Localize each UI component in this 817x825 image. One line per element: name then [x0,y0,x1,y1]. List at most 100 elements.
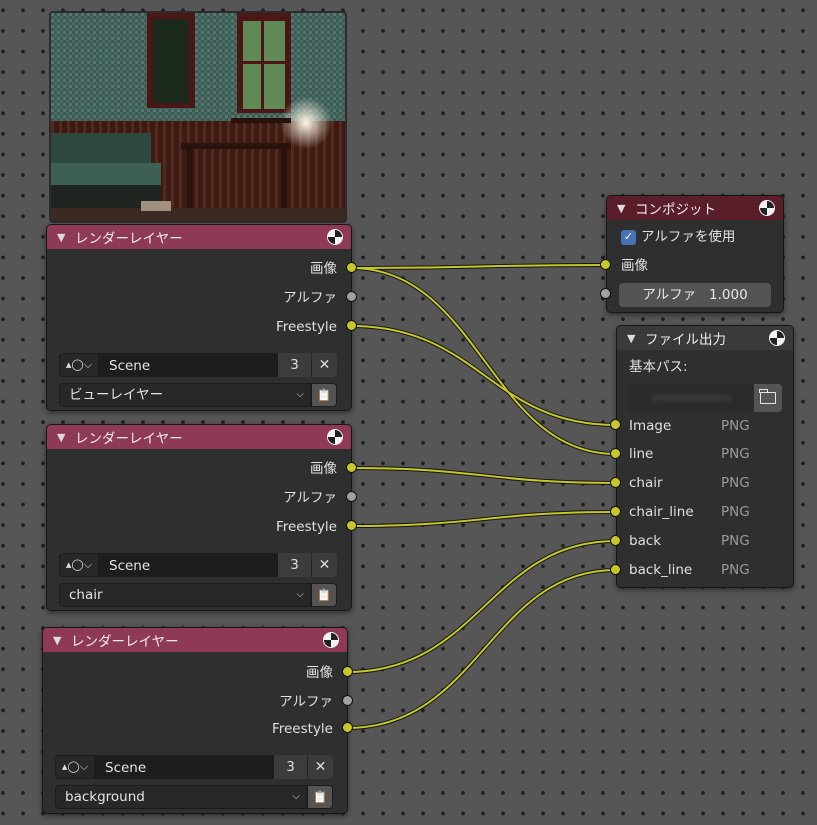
scene-selector[interactable]: ▴◯⌵ Scene 3 ✕ [55,755,333,779]
scene-users-count[interactable]: 3 [277,353,311,377]
chevron-down-icon[interactable]: ▼ [617,202,635,215]
socket-output-image[interactable] [610,419,621,430]
use-alpha-checkbox[interactable]: ✓ アルファを使用 [621,226,735,248]
render-result-icon [769,330,785,346]
output-freestyle-label: Freestyle [275,519,337,535]
use-alpha-label: アルファを使用 [641,229,736,245]
chevron-down-icon[interactable]: ▼ [57,431,75,444]
input-format: PNG [721,418,750,434]
output-image-label: 画像 [310,261,337,277]
node-header[interactable]: ▼ レンダーレイヤー [43,628,347,652]
node-title: ファイル出力 [645,332,726,348]
socket-node3-freestyle[interactable] [342,722,353,733]
input-label: Image [629,418,672,434]
node-title: レンダーレイヤー [75,231,183,247]
scene-data-icon[interactable]: ▴◯⌵ [59,553,99,577]
link-image-to-composite [350,264,607,269]
input-format: PNG [721,533,750,549]
folder-browse-button[interactable] [754,384,782,412]
view-layer-selector[interactable]: chair ⌵ 📋 [59,583,337,607]
output-freestyle-label: Freestyle [271,721,333,737]
link-image-to-chair [350,467,617,484]
render-result-icon [323,632,339,648]
chevron-down-icon[interactable]: ▼ [53,634,71,647]
render-layers-node-2[interactable]: ▼ レンダーレイヤー 画像 アルファ Freestyle ▴◯⌵ Scene 3… [46,424,352,611]
view-layer-selector[interactable]: background ⌵ 📋 [55,785,333,809]
room-scene-picture [51,13,345,221]
render-result-icon [327,229,343,245]
base-path-input[interactable] [627,384,753,412]
base-path-label: 基本パス: [629,359,688,375]
scene-selector[interactable]: ▴◯⌵ Scene 3 ✕ [59,553,337,577]
socket-output-back[interactable] [610,535,621,546]
close-icon[interactable]: ✕ [307,755,333,779]
chevron-down-icon[interactable]: ▼ [627,332,645,345]
render-result-icon [759,200,775,216]
file-output-node[interactable]: ▼ ファイル出力 基本パス: Image PNG line PNG chair … [616,325,794,588]
view-layer-value: background [65,789,145,805]
scene-data-icon[interactable]: ▴◯⌵ [55,755,95,779]
node-header[interactable]: ▼ コンポジット [607,196,783,220]
link-freestyle-to-chair-line [350,511,617,527]
clipboard-icon[interactable]: 📋 [307,785,333,809]
view-layer-dropdown[interactable]: ビューレイヤー ⌵ [59,383,311,407]
scene-name-field[interactable]: Scene [99,353,277,377]
clipboard-icon[interactable]: 📋 [311,583,337,607]
chevron-down-icon[interactable]: ▼ [57,231,75,244]
socket-composite-image[interactable] [600,259,611,270]
socket-node2-image[interactable] [346,462,357,473]
close-icon[interactable]: ✕ [311,353,337,377]
scene-users-count[interactable]: 3 [277,553,311,577]
output-image-label: 画像 [310,461,337,477]
output-alpha-label: アルファ [279,694,333,710]
socket-output-chair-line[interactable] [610,506,621,517]
socket-output-back-line[interactable] [610,564,621,575]
render-layers-node-1[interactable]: ▼ レンダーレイヤー 画像 アルファ Freestyle ▴◯⌵ Scene 3… [46,224,352,411]
view-layer-value: ビューレイヤー [69,387,164,403]
scene-name-field[interactable]: Scene [95,755,273,779]
scene-users-count[interactable]: 3 [273,755,307,779]
folder-icon [759,389,776,404]
output-image-label: 画像 [306,665,333,681]
scene-name-field[interactable]: Scene [99,553,277,577]
clipboard-icon[interactable]: 📋 [311,383,337,407]
input-format: PNG [721,475,750,491]
alpha-field-value: 1.000 [709,287,748,303]
view-layer-selector[interactable]: ビューレイヤー ⌵ 📋 [59,383,337,407]
chevron-down-icon: ⌵ [296,389,304,400]
socket-node2-alpha[interactable] [346,491,357,502]
node-header[interactable]: ▼ レンダーレイヤー [47,225,351,249]
alpha-value-field[interactable]: アルファ 1.000 [619,283,771,307]
input-label: chair [629,475,663,491]
checkmark-icon[interactable]: ✓ [621,229,636,245]
scene-selector[interactable]: ▴◯⌵ Scene 3 ✕ [59,353,337,377]
view-layer-dropdown[interactable]: chair ⌵ [59,583,311,607]
node-title: コンポジット [635,202,716,218]
render-preview-image [49,11,347,223]
node-header[interactable]: ▼ ファイル出力 [617,326,793,350]
node-title: レンダーレイヤー [75,431,183,447]
render-layers-node-3[interactable]: ▼ レンダーレイヤー 画像 アルファ Freestyle ▴◯⌵ Scene 3… [42,627,348,814]
view-layer-value: chair [69,587,103,603]
socket-output-line[interactable] [610,448,621,459]
scene-data-icon[interactable]: ▴◯⌵ [59,353,99,377]
output-freestyle-label: Freestyle [275,319,337,335]
socket-node3-image[interactable] [342,666,353,677]
socket-node1-image[interactable] [346,262,357,273]
link-image-to-back [346,540,617,673]
socket-node1-alpha[interactable] [346,291,357,302]
input-format: PNG [721,504,750,520]
input-label: chair_line [629,504,694,520]
render-result-icon [327,429,343,445]
socket-node3-alpha[interactable] [342,695,353,706]
chevron-down-icon: ⌵ [296,589,304,600]
view-layer-dropdown[interactable]: background ⌵ [55,785,307,809]
socket-output-chair[interactable] [610,477,621,488]
node-header[interactable]: ▼ レンダーレイヤー [47,425,351,449]
socket-node2-freestyle[interactable] [346,520,357,531]
composite-node[interactable]: ▼ コンポジット ✓ アルファを使用 画像 アルファ 1.000 [606,195,784,313]
output-alpha-label: アルファ [283,290,337,306]
socket-composite-alpha[interactable] [600,288,611,299]
socket-node1-freestyle[interactable] [346,320,357,331]
close-icon[interactable]: ✕ [311,553,337,577]
